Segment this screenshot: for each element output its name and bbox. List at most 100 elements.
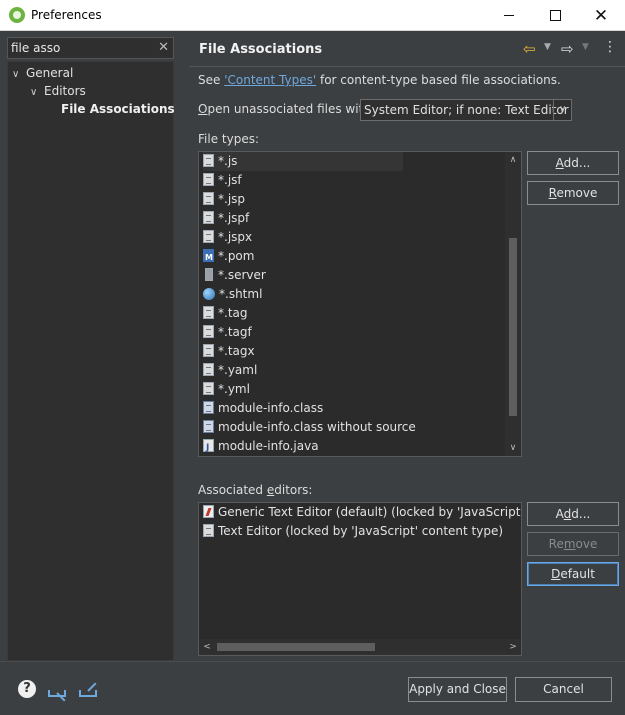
list-item[interactable]: Text Editor (locked by 'JavaScript' cont… bbox=[203, 522, 503, 541]
item-label: *.jspx bbox=[218, 230, 253, 244]
list-item[interactable]: *.yaml bbox=[203, 361, 257, 380]
minimize-button[interactable] bbox=[486, 0, 532, 31]
maven-icon bbox=[203, 248, 214, 267]
maximize-icon bbox=[549, 10, 561, 21]
view-menu-icon[interactable]: ⋮ bbox=[603, 39, 617, 55]
mnemonic: m bbox=[563, 537, 576, 551]
label-rest: pen unassociated files with: bbox=[207, 102, 375, 116]
item-label: *.js bbox=[218, 154, 238, 168]
tree-item-editors[interactable]: ∨ Editors bbox=[30, 82, 86, 100]
class-file-icon bbox=[203, 401, 214, 414]
export-icon[interactable] bbox=[77, 680, 99, 698]
filter-input[interactable] bbox=[8, 38, 153, 58]
item-label: *.jsf bbox=[218, 173, 242, 187]
associated-editors-label: Associated editors: bbox=[198, 483, 312, 497]
unassociated-editor-select[interactable]: System Editor; if none: Text Editor ∨ bbox=[360, 99, 572, 121]
list-item[interactable]: *.tagf bbox=[203, 323, 252, 342]
scroll-thumb[interactable] bbox=[217, 643, 375, 651]
list-item[interactable]: *.jspf bbox=[203, 209, 249, 228]
list-item[interactable]: module-info.class without source bbox=[203, 418, 416, 437]
clear-filter-icon[interactable]: ✕ bbox=[158, 40, 169, 55]
text-file-icon bbox=[203, 344, 214, 357]
tree-item-label: Editors bbox=[44, 84, 86, 98]
file-types-scrollbar[interactable]: ∧ ∨ bbox=[505, 152, 521, 456]
item-label: *.yaml bbox=[218, 363, 258, 377]
chevron-down-icon[interactable]: ∨ bbox=[30, 84, 44, 102]
scroll-up-icon[interactable]: ∧ bbox=[505, 152, 521, 168]
editors-hscrollbar[interactable]: < > bbox=[199, 639, 521, 655]
list-item[interactable]: *.shtml bbox=[203, 285, 262, 304]
content-types-hint: See 'Content Types' for content-type bas… bbox=[198, 73, 561, 87]
list-item[interactable]: *.server bbox=[203, 266, 266, 285]
text-file-icon bbox=[203, 306, 214, 319]
forward-arrow-icon[interactable]: ⇨ bbox=[561, 40, 574, 58]
text-file-icon bbox=[203, 192, 214, 205]
button-label: Re bbox=[548, 537, 564, 551]
close-button[interactable]: ✕ bbox=[578, 0, 624, 31]
list-item[interactable]: *.jsf bbox=[203, 171, 242, 190]
list-item[interactable]: *.tagx bbox=[203, 342, 255, 361]
import-icon[interactable] bbox=[46, 680, 68, 702]
button-label: ove bbox=[575, 537, 598, 551]
text-file-icon bbox=[203, 173, 214, 186]
content-types-link[interactable]: 'Content Types' bbox=[224, 73, 316, 87]
list-item[interactable]: *.pom bbox=[203, 247, 255, 267]
forward-dropdown-icon[interactable]: ▼ bbox=[582, 42, 589, 52]
tree-item-general[interactable]: ∨ General bbox=[12, 64, 73, 82]
button-label: d... bbox=[571, 507, 591, 521]
back-arrow-icon[interactable]: ⇦ bbox=[523, 40, 536, 58]
help-icon[interactable]: ? bbox=[18, 680, 36, 698]
list-item[interactable]: *.jsp bbox=[203, 190, 245, 209]
text-file-icon bbox=[203, 325, 214, 338]
add-file-type-button[interactable]: Add... bbox=[527, 151, 619, 175]
text-file-icon bbox=[203, 154, 214, 167]
label-part: Associated bbox=[198, 483, 267, 497]
associated-editors-list: Generic Text Editor (default) (locked by… bbox=[198, 502, 522, 656]
list-item[interactable]: *.js bbox=[203, 152, 403, 171]
open-unassociated-label: Open unassociated files with: bbox=[198, 102, 375, 116]
maximize-button[interactable] bbox=[532, 0, 578, 31]
chevron-down-icon[interactable]: ∨ bbox=[12, 66, 26, 84]
panel-sash[interactable] bbox=[181, 31, 189, 661]
text-file-icon bbox=[203, 382, 214, 395]
page-header: File Associations ⇦ ▼ ⇨ ▼ ⋮ bbox=[189, 31, 625, 67]
list-item[interactable]: module-info.class bbox=[203, 399, 323, 418]
filter-box: ✕ bbox=[7, 37, 174, 59]
text-file-icon bbox=[203, 230, 214, 243]
scroll-right-icon[interactable]: > bbox=[505, 639, 521, 655]
list-item[interactable]: Generic Text Editor (default) (locked by… bbox=[203, 503, 521, 522]
text-editor-icon bbox=[203, 524, 214, 537]
remove-file-type-button[interactable]: Remove bbox=[527, 181, 619, 205]
list-item[interactable]: *.yml bbox=[203, 380, 250, 399]
list-item[interactable]: module-info.java bbox=[203, 437, 319, 456]
item-label: *.tag bbox=[218, 306, 248, 320]
page-title: File Associations bbox=[199, 42, 323, 57]
text-file-icon bbox=[203, 363, 214, 376]
apply-and-close-button[interactable]: Apply and Close bbox=[408, 677, 507, 702]
scroll-down-icon[interactable]: ∨ bbox=[505, 440, 521, 456]
remove-editor-button[interactable]: Remove bbox=[527, 532, 619, 556]
item-label: module-info.java bbox=[218, 439, 319, 453]
list-item[interactable]: *.jspx bbox=[203, 228, 252, 247]
chevron-down-icon[interactable]: ∨ bbox=[553, 100, 571, 120]
list-item[interactable]: *.tag bbox=[203, 304, 248, 323]
class-file-icon bbox=[203, 420, 214, 433]
scroll-left-icon[interactable]: < bbox=[199, 639, 215, 655]
scroll-thumb[interactable] bbox=[509, 238, 517, 416]
cancel-button[interactable]: Cancel bbox=[515, 677, 612, 702]
item-label: *.yml bbox=[218, 382, 250, 396]
mnemonic: D bbox=[551, 567, 561, 581]
button-label: efault bbox=[560, 567, 595, 581]
back-dropdown-icon[interactable]: ▼ bbox=[544, 42, 551, 52]
java-file-icon bbox=[203, 439, 214, 456]
tree-item-file-associations[interactable]: File Associations bbox=[61, 100, 175, 118]
title-bar: Preferences ✕ bbox=[0, 0, 625, 31]
item-label: *.jspf bbox=[218, 211, 250, 225]
item-label: Text Editor (locked by 'JavaScript' cont… bbox=[218, 524, 504, 538]
item-label: *.pom bbox=[218, 249, 255, 263]
hint-suffix: for content-type based file associations… bbox=[316, 73, 561, 87]
minimize-icon bbox=[504, 15, 514, 16]
default-editor-button[interactable]: Default bbox=[527, 562, 619, 586]
server-icon bbox=[205, 268, 213, 281]
add-editor-button[interactable]: Add... bbox=[527, 502, 619, 526]
